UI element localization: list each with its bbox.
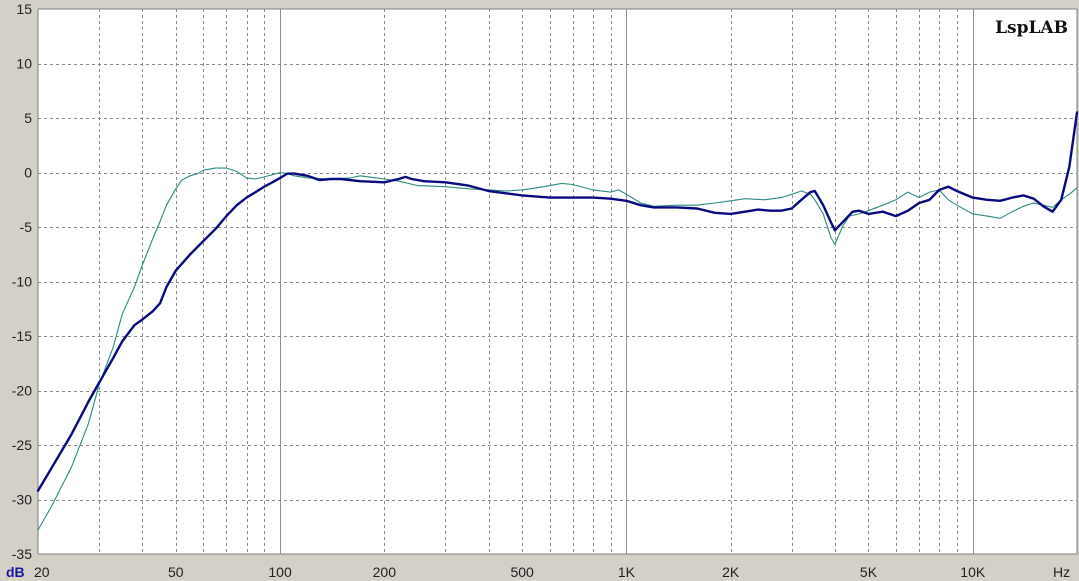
- x-tick-label: 10K: [960, 564, 986, 580]
- y-tick-label: 10: [16, 56, 32, 72]
- y-tick-label: 15: [16, 1, 32, 17]
- x-unit-label: Hz: [1053, 564, 1070, 580]
- y-tick-label: -35: [12, 546, 32, 562]
- y-tick-label: -15: [12, 328, 32, 344]
- x-tick-label: 500: [510, 564, 534, 580]
- y-axis-ticks: 15 10 5 0 -5 -10 -15 -20 -25 -30 -35: [12, 1, 32, 562]
- x-tick-label: 1K: [618, 564, 636, 580]
- y-tick-label: 0: [24, 165, 32, 181]
- plot-area: [37, 8, 1078, 555]
- x-tick-label: 20: [34, 564, 50, 580]
- y-tick-label: -20: [12, 383, 32, 399]
- x-tick-label: 5K: [860, 564, 878, 580]
- y-tick-label: 5: [24, 110, 32, 126]
- y-tick-label: -5: [20, 219, 33, 235]
- x-tick-label: 100: [268, 564, 292, 580]
- y-tick-label: -10: [12, 274, 32, 290]
- y-tick-label: -25: [12, 437, 32, 453]
- x-tick-label: 2K: [722, 564, 740, 580]
- y-unit-label: dB: [6, 564, 25, 580]
- x-axis-ticks: 20 50 100 200 500 1K 2K 5K 10K: [34, 564, 986, 580]
- watermark-logo: LspLAB: [995, 18, 1068, 38]
- x-tick-label: 200: [373, 564, 397, 580]
- y-tick-label: -30: [12, 492, 32, 508]
- x-tick-label: 50: [168, 564, 184, 580]
- frequency-response-chart: 151050-5-10-15-20-25-30-35 20 50 100 200 500…: [6, 1, 1079, 580]
